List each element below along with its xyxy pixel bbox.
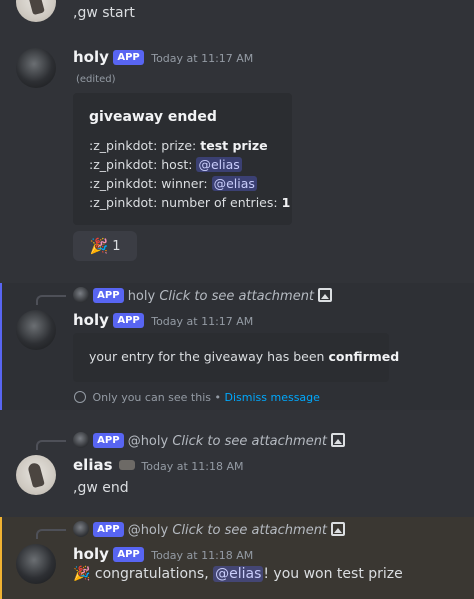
reply-text: Click to see attachment [159,289,315,304]
user-mention[interactable]: @elias [213,566,264,582]
reply-connector [36,295,66,305]
embed-line-label: :z_pinkdot: prize: [89,138,201,153]
reply-author: @holy [127,434,169,449]
embed-line: :z_pinkdot: number of entries: 1 [89,193,290,212]
message-header: elias Today at 11:18 AM [73,456,244,474]
embed-line-label: :z_pinkdot: number of entries: [89,195,282,210]
dismiss-message-link[interactable]: Dismiss message [225,391,320,404]
author-name[interactable]: holy [73,545,109,563]
message-header: holy APP Today at 11:17 AM [73,48,253,66]
reply-author: @holy [127,523,169,538]
timestamp[interactable]: Today at 11:18 AM [151,549,253,562]
reply-preview[interactable]: APP @holy Click to see attachment [73,432,346,449]
avatar-elias[interactable] [16,455,56,495]
avatar-holy[interactable] [16,544,56,584]
party-popper-icon: 🎉 [73,566,91,582]
ephemeral-note: Only you can see this [92,391,212,404]
app-badge: APP [93,522,124,537]
reply-connector [36,529,66,539]
timestamp[interactable]: Today at 11:18 AM [141,460,243,473]
host-mention[interactable]: @elias [196,157,242,172]
reply-text: Click to see attachment [172,434,328,449]
ephemeral-accent-bar [0,283,2,410]
message-text: ,gw end [73,480,129,496]
message-header: holy APP Today at 11:18 AM [73,545,253,563]
embed-line-label: :z_pinkdot: winner: [89,176,212,191]
app-badge: APP [113,547,144,562]
reaction-button[interactable]: 🎉 1 [73,231,137,261]
embed-title: giveaway ended [89,109,217,125]
timestamp[interactable]: Today at 11:17 AM [151,52,253,65]
avatar-holy[interactable] [16,48,56,88]
confirmation-embed: your entry for the giveaway has been con… [73,333,399,382]
edited-label: (edited) [76,74,116,85]
entries-value: 1 [281,195,291,210]
embed-line-label: :z_pinkdot: host: [89,157,197,172]
mention-accent-bar [0,517,2,599]
party-popper-icon: 🎉 [89,237,109,255]
author-name[interactable]: holy [73,48,109,66]
app-badge: APP [93,433,124,448]
embed-line: :z_pinkdot: host: @elias [89,155,276,174]
giveaway-embed: giveaway ended :z_pinkdot: prize: test p… [73,93,292,225]
reply-author: holy [127,289,156,304]
app-badge: APP [93,288,124,303]
prize-value: test prize [200,138,268,153]
avatar-elias-top[interactable] [16,0,56,22]
image-icon [318,288,333,302]
winner-mention[interactable]: @elias [211,176,257,191]
app-badge: APP [113,50,144,65]
timestamp[interactable]: Today at 11:17 AM [151,315,253,328]
app-badge: APP [113,313,144,328]
reply-avatar [73,287,89,303]
author-name[interactable]: holy [73,311,109,329]
image-icon [331,522,346,536]
status-emoji-icon [118,460,135,470]
embed-line: :z_pinkdot: prize: test prize [89,136,276,155]
separator-dot: • [214,391,225,404]
reply-preview[interactable]: APP @holy Click to see attachment [73,521,346,538]
image-icon [331,433,346,447]
reaction-count: 1 [112,238,121,254]
reply-avatar [73,521,89,537]
confirmation-text: your entry for the giveaway has been [89,349,329,364]
message-text: ! you won test prize [263,566,403,582]
eye-icon [74,391,86,403]
reply-preview[interactable]: APP holy Click to see attachment [73,287,333,304]
reply-avatar [73,432,89,448]
author-name[interactable]: elias [73,456,113,474]
reply-text: Click to see attachment [172,523,328,538]
reply-connector [36,440,66,450]
ephemeral-notice: Only you can see this • Dismiss message [74,391,320,404]
message-text: congratulations, [90,566,214,582]
confirmation-status: confirmed [328,349,400,364]
embed-line: :z_pinkdot: winner: @elias [89,174,276,193]
avatar-holy[interactable] [16,310,56,350]
message-text: ,gw start [73,5,135,21]
message-content: 🎉 congratulations, @elias! you won test … [73,566,403,582]
message-header: holy APP Today at 11:17 AM [73,311,253,329]
